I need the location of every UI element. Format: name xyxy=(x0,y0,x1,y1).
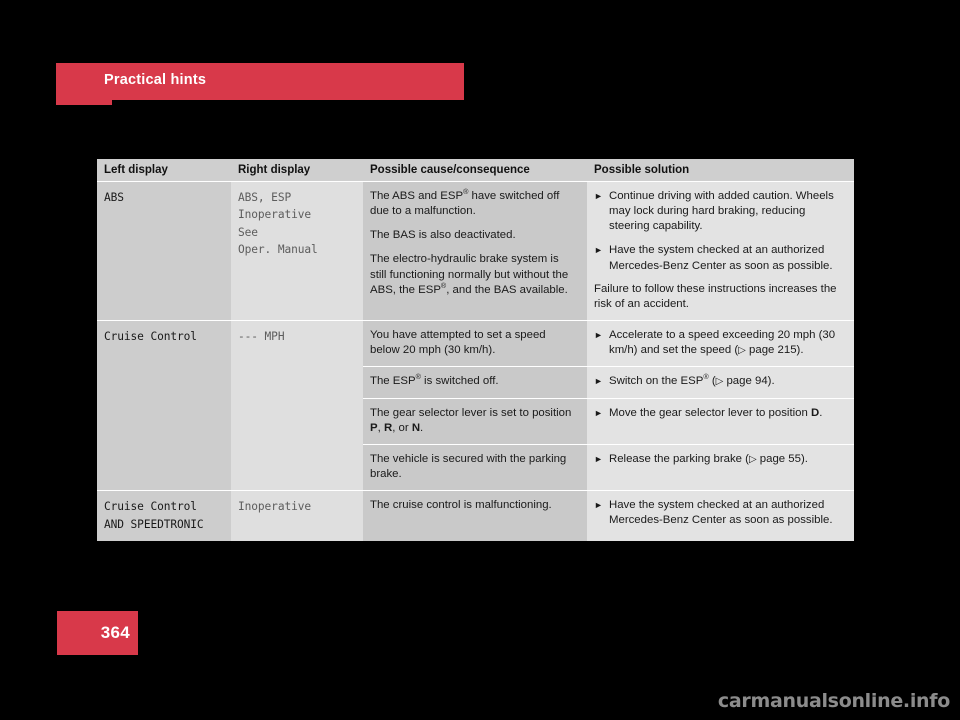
solid-triangle-icon: ► xyxy=(594,376,603,387)
solution-text: ► Have the system checked at an authoriz… xyxy=(587,491,854,536)
cell-left-display: Cruise Control AND SPEEDTRONIC xyxy=(97,490,231,541)
solution-step-text: Switch on the ESP® (▷ page 94). xyxy=(609,372,775,388)
solution-step-text: Move the gear selector lever to position… xyxy=(609,406,823,419)
solution-text: ► Switch on the ESP® (▷ page 94). xyxy=(587,367,854,397)
cause-text: You have attempted to set a speed below … xyxy=(363,321,587,366)
cause-paragraph: The electro-hydraulic brake system is st… xyxy=(370,253,569,296)
list-item: ► Have the system checked at an authoriz… xyxy=(594,498,845,528)
table-header-row: Left display Right display Possible caus… xyxy=(97,159,854,182)
left-display-text: Cruise Control AND SPEEDTRONIC xyxy=(104,500,204,531)
cell-solution: ► Switch on the ESP® (▷ page 94). xyxy=(587,366,854,399)
solution-warning-note: Failure to follow these instructions inc… xyxy=(594,282,837,310)
cause-paragraph: The ESP® is switched off. xyxy=(370,372,499,388)
solution-step-text: Have the system checked at an authorized… xyxy=(609,244,833,272)
list-item: ► Continue driving with added caution. W… xyxy=(594,189,845,234)
right-display-text: Inoperative xyxy=(238,500,311,514)
cell-right-display: --- MPH xyxy=(231,320,363,491)
cell-solution: ► Move the gear selector lever to positi… xyxy=(587,397,854,445)
cause-paragraph: You have attempted to set a speed below … xyxy=(370,329,546,357)
cell-left-display: Cruise Control xyxy=(97,320,231,491)
column-header-solution: Possible solution xyxy=(587,159,854,182)
solid-triangle-icon: ► xyxy=(594,500,603,511)
solution-step-list: ► Have the system checked at an authoriz… xyxy=(594,498,845,528)
cause-text: The vehicle is secured with the parking … xyxy=(363,445,587,490)
left-display-text: ABS xyxy=(104,191,124,204)
list-item: ► Have the system checked at an authoriz… xyxy=(594,243,845,273)
fault-code-table: Left display Right display Possible caus… xyxy=(97,159,854,541)
watermark: carmanualsonline.info xyxy=(717,690,950,712)
cell-cause: The gear selector lever is set to positi… xyxy=(363,397,587,445)
cell-left-display: ABS xyxy=(97,181,231,321)
cell-cause: The cruise control is malfunctioning. xyxy=(363,490,587,541)
cell-cause: The ESP® is switched off. xyxy=(363,366,587,399)
solution-step-list: ► Accelerate to a speed exceeding 20 mph… xyxy=(594,328,845,358)
cause-paragraph: The cruise control is malfunctioning. xyxy=(370,499,552,512)
cause-paragraph: The BAS is also deactivated. xyxy=(370,229,516,242)
solution-step-list: ► Continue driving with added caution. W… xyxy=(594,189,845,274)
cell-cause: You have attempted to set a speed below … xyxy=(363,320,587,367)
column-header-right-display: Right display xyxy=(231,159,363,182)
solution-step-list: ► Release the parking brake (▷ page 55). xyxy=(594,452,845,467)
table-row: ABS ABS, ESP Inoperative See Oper. Manual T… xyxy=(97,181,854,321)
solution-step-list: ► Switch on the ESP® (▷ page 94). xyxy=(594,374,845,389)
left-display-text: Cruise Control xyxy=(104,330,197,344)
list-item: ► Move the gear selector lever to positi… xyxy=(594,406,845,421)
cell-cause: The ABS and ESP® have switched off due t… xyxy=(363,181,587,321)
solution-text: ► Release the parking brake (▷ page 55). xyxy=(587,445,854,475)
cell-right-display: Inoperative xyxy=(231,490,363,541)
cell-solution: ► Release the parking brake (▷ page 55). xyxy=(587,443,854,491)
solid-triangle-icon: ► xyxy=(594,191,603,201)
cause-paragraph: The gear selector lever is set to positi… xyxy=(370,406,572,434)
right-display-text: --- MPH xyxy=(238,330,285,344)
list-item: ► Release the parking brake (▷ page 55). xyxy=(594,452,845,467)
list-item: ► Switch on the ESP® (▷ page 94). xyxy=(594,374,845,389)
column-header-left-display: Left display xyxy=(97,159,231,182)
right-display-text: ABS, ESP Inoperative See Oper. Manual xyxy=(238,191,318,257)
table-row: Cruise Control --- MPH You have attempte… xyxy=(97,320,854,491)
solution-step-text: Have the system checked at an authorized… xyxy=(609,499,833,527)
solution-step-text: Accelerate to a speed exceeding 20 mph (… xyxy=(609,329,836,357)
solution-text: ► Continue driving with added caution. W… xyxy=(587,182,854,320)
column-header-cause: Possible cause/consequence xyxy=(363,159,587,182)
solid-triangle-icon: ► xyxy=(594,453,603,464)
page-title: Practical hints xyxy=(104,72,207,88)
list-item: ► Accelerate to a speed exceeding 20 mph… xyxy=(594,328,845,358)
cause-text: The ESP® is switched off. xyxy=(363,367,587,397)
cause-text: The cruise control is malfunctioning. xyxy=(363,491,587,521)
solution-step-text: Continue driving with added caution. Whe… xyxy=(609,190,834,233)
cell-cause: The vehicle is secured with the parking … xyxy=(363,443,587,491)
solid-triangle-icon: ► xyxy=(594,330,603,341)
solution-step-text: Release the parking brake (▷ page 55). xyxy=(609,452,808,465)
table-row: Cruise Control AND SPEEDTRONIC Inoperativ… xyxy=(97,490,854,541)
solution-step-list: ► Move the gear selector lever to positi… xyxy=(594,406,845,421)
page-number-block: 364 xyxy=(57,611,138,655)
section-header-banner: Practical hints xyxy=(56,63,464,105)
solution-text: ► Accelerate to a speed exceeding 20 mph… xyxy=(587,321,854,366)
cell-solution: ► Have the system checked at an authoriz… xyxy=(587,490,854,541)
cell-solution: ► Continue driving with added caution. W… xyxy=(587,181,854,321)
cause-paragraph: The ABS and ESP® have switched off due t… xyxy=(370,187,560,218)
page-number: 364 xyxy=(100,623,130,642)
cell-right-display: ABS, ESP Inoperative See Oper. Manual xyxy=(231,181,363,321)
solid-triangle-icon: ► xyxy=(594,245,603,256)
cause-paragraph: The vehicle is secured with the parking … xyxy=(370,452,567,481)
cause-text: The ABS and ESP® have switched off due t… xyxy=(363,182,587,306)
solid-triangle-icon: ► xyxy=(594,407,603,418)
cell-solution: ► Accelerate to a speed exceeding 20 mph… xyxy=(587,320,854,367)
solution-text: ► Move the gear selector lever to positi… xyxy=(587,399,854,429)
cause-text: The gear selector lever is set to positi… xyxy=(363,399,587,444)
